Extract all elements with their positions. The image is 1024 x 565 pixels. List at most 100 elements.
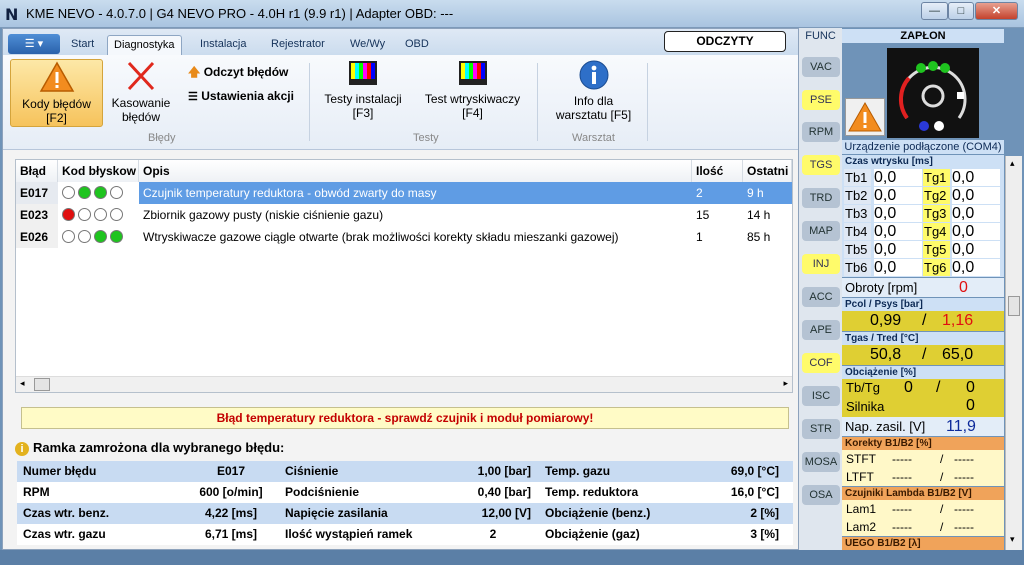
scroll-right-icon[interactable]: ▸ [783,378,788,389]
connection-status: Urządzenie podłączone (COM4) [842,140,1004,154]
tgas-value: 50,8 [870,346,902,363]
test-wtryskiwaczy-button[interactable]: Test wtryskiwaczy [F4] [414,59,531,127]
blink-dot [94,230,107,243]
error-count: 2 [692,182,743,204]
odczyty-button[interactable]: ODCZYTY [664,31,786,52]
odczyt-bledow-button[interactable]: 🡅 Odczyt błędów [188,63,288,81]
test-pattern-icon [349,61,377,85]
nav-ape[interactable]: APE [802,320,840,340]
horizontal-scrollbar[interactable]: ◂ ▸ [16,376,792,392]
nav-pse[interactable]: PSE [802,90,840,110]
tab-instalacja[interactable]: Instalacja [194,35,252,55]
blink-dot [78,230,91,243]
slash: / [940,470,944,484]
vertical-scrollbar[interactable]: ▴ ▾ [1005,156,1022,550]
tg-label: Tg2 [923,187,950,204]
frame-value: 3 [%] [750,527,779,541]
nav-inj[interactable]: INJ [802,254,840,274]
info-warsztat-button[interactable]: Info dla warsztatu [F5] [545,59,642,127]
nav-trd[interactable]: TRD [802,188,840,208]
error-count: 15 [696,208,710,222]
info-label-1: Info dla [573,94,614,108]
nav-cof[interactable]: COF [802,353,840,373]
kody-bledow-button[interactable]: Kody błędów [F2] [10,59,103,127]
minimize-button[interactable]: — [921,2,948,20]
tab-diagnostyka[interactable]: Diagnostyka [107,35,182,55]
scroll-up-icon[interactable]: ▴ [1010,158,1015,169]
frame-value: 2 [%] [750,506,779,520]
nav-vac[interactable]: VAC [802,57,840,77]
lam2-b2: ----- [954,520,974,534]
blink-code [58,204,139,226]
nav-isc[interactable]: ISC [802,386,840,406]
error-message: Błąd temperatury reduktora - sprawdź czu… [21,407,789,429]
testy-inst-label-1: Testy instalacji [324,92,402,106]
column-header[interactable]: Ostatni [743,160,792,182]
tab-row: ☰ ▾ Start Diagnostyka Instalacja Rejestr… [3,29,798,55]
nav-mosa[interactable]: MOSA [802,452,840,472]
nav-acc[interactable]: ACC [802,287,840,307]
ribbon: Kody błędów [F2] Kasowanie błędów 🡅 Odcz… [3,55,798,150]
tb-label: Tb4 [844,223,871,240]
scroll-thumb[interactable] [1008,296,1020,316]
title-bar: N KME NEVO - 4.0.7.0 | G4 NEVO PRO - 4.0… [0,0,1024,28]
slash: / [940,452,944,466]
ribbon-separator [309,63,310,141]
frame-label: Podciśnienie [285,485,360,499]
frame-value: 12,00 [V] [481,506,531,520]
scroll-down-icon[interactable]: ▾ [1010,534,1015,545]
testy-instalacji-button[interactable]: Testy instalacji [F3] [315,59,411,127]
frame-label: Ciśnienie [285,464,339,478]
nav-map[interactable]: MAP [802,221,840,241]
nav-osa[interactable]: OSA [802,485,840,505]
ustawienia-akcji-button[interactable]: ☰ Ustawienia akcji [188,87,294,105]
warning-icon [848,101,882,132]
tg-label: Tg4 [923,223,950,240]
warning-icon [39,61,74,92]
pcol-row: 0,99 / 1,16 [842,311,1004,331]
tgas-row: 50,8 / 65,0 [842,345,1004,365]
error-code: E017 [16,182,58,204]
zaplon-title: ZAPŁON [842,29,1004,43]
column-header[interactable]: Kod błyskow [58,160,139,182]
close-button[interactable]: ✕ [975,2,1018,20]
stft-label: STFT [846,452,876,466]
slash: / [922,312,927,329]
frame-label: Ilość wystąpień ramek [285,527,413,541]
tab-start[interactable]: Start [65,35,100,55]
uego-header: UEGO B1/B2 [λ] [842,537,1004,550]
czas-wtrysku-header: Czas wtrysku [ms] [842,155,1004,168]
ignition-gauge-icon [887,48,979,138]
frame-title-text: Ramka zamrożona dla wybranego błędu: [33,440,285,455]
frame-value: 1,00 [bar] [477,464,531,478]
slash: / [936,379,941,396]
frame-label: RPM [23,485,50,499]
table-row[interactable]: E026 Wtryskiwacze gazowe ciągle otwarte … [16,226,792,248]
tab-rejestrator[interactable]: Rejestrator [265,35,331,55]
tb-label: Tb2 [844,187,871,204]
table-row[interactable]: E017 Czujnik temperatury reduktora - obw… [16,182,792,204]
window-title: KME NEVO - 4.0.7.0 | G4 NEVO PRO - 4.0H … [26,6,454,21]
nav-tgs[interactable]: TGS [802,155,840,175]
odczyt-label: Odczyt błędów [203,65,289,79]
stft-b1: ----- [892,452,912,466]
table-row[interactable]: E023 Zbiornik gazowy pusty (niskie ciśni… [16,204,792,226]
nav-str[interactable]: STR [802,419,840,439]
scroll-left-icon[interactable]: ◂ [20,378,25,389]
kasowanie-bledow-button[interactable]: Kasowanie błędów [107,59,175,127]
tab-we-wy[interactable]: We/Wy [344,35,391,55]
blink-dot [62,230,75,243]
blink-dot [62,186,75,199]
korekty-header: Korekty B1/B2 [%] [842,437,1004,450]
maximize-button[interactable]: □ [948,2,974,20]
column-header[interactable]: Opis [139,160,692,182]
tab-obd[interactable]: OBD [399,35,435,55]
warning-indicator[interactable] [845,98,885,136]
scroll-thumb[interactable] [34,378,50,391]
app-menu-button[interactable]: ☰ ▾ [8,34,60,54]
nav-func[interactable]: FUNC [799,28,842,44]
nav-rpm[interactable]: RPM [802,122,840,142]
column-header[interactable]: Błąd [16,160,58,182]
slash: / [922,346,927,363]
column-header[interactable]: Ilość [692,160,743,182]
